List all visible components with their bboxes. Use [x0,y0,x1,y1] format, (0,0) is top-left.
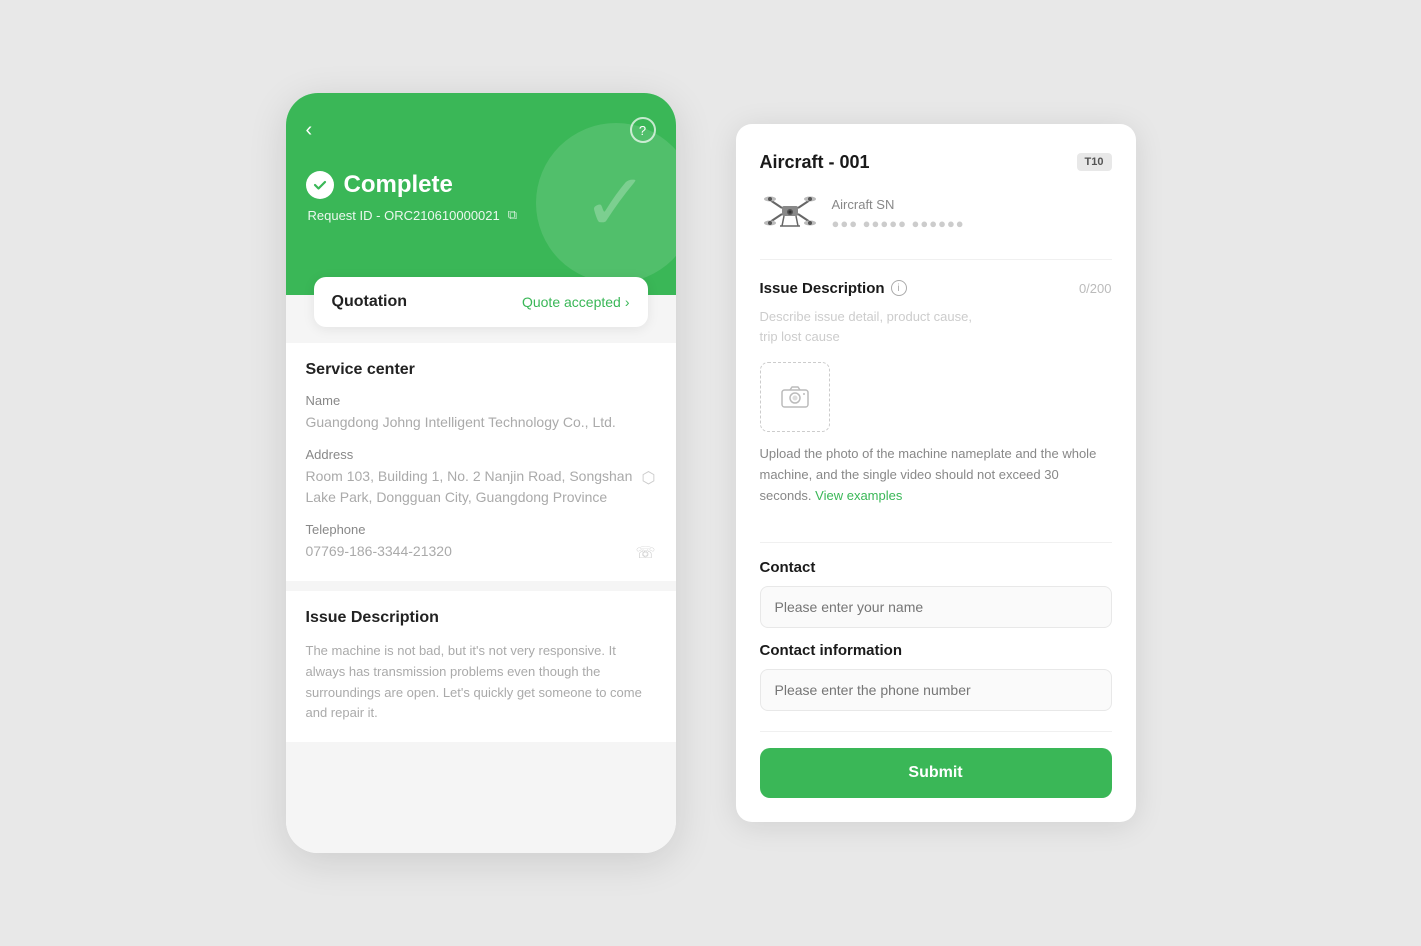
bg-checkmark: ✓ [582,163,649,243]
phone-card: ‹ ? ✓ Complete Request ID - ORC210610000… [286,93,676,853]
copy-icon[interactable]: ⧉ [508,207,517,223]
divider-2 [760,731,1112,732]
issue-description-section: Issue Description i 0/200 Describe issue… [760,280,1112,527]
view-examples-link[interactable]: View examples [815,488,902,503]
name-label: Name [306,393,656,408]
name-value: Guangdong Johng Intelligent Technology C… [306,412,656,433]
location-icon: ⬡ [642,468,656,488]
issue-placeholder-text: Describe issue detail, product cause, tr… [760,307,1112,349]
issue-section-title: Issue Description [306,609,656,627]
phone-body: Service center Name Guangdong Johng Inte… [286,327,676,853]
quotation-status-text: Quote accepted [522,294,621,310]
issue-section-card: Issue Description The machine is not bad… [286,591,676,742]
aircraft-title: Aircraft - 001 [760,152,870,173]
issue-description-label: Issue Description [760,280,885,297]
address-value: Room 103, Building 1, No. 2 Nanjin Road,… [306,466,642,508]
submit-button[interactable]: Submit [760,748,1112,798]
issue-info-icon[interactable]: i [891,280,907,296]
upload-box[interactable] [760,362,830,432]
t10-badge: T10 [1077,153,1112,171]
right-panel: Aircraft - 001 T10 [736,124,1136,823]
bg-circle: ✓ [536,123,676,283]
telephone-row: 07769-186-3344-21320 ☏ [306,541,656,563]
quotation-label: Quotation [332,293,408,311]
quotation-card[interactable]: Quotation Quote accepted › [314,277,648,327]
address-label: Address [306,447,656,462]
contact-input[interactable] [760,586,1112,628]
aircraft-info-row: Aircraft SN ●●● ●●●●● ●●●●●● [760,189,1112,260]
phone-input[interactable] [760,669,1112,711]
phone-icon: ☏ [635,543,655,563]
service-center-card: Service center Name Guangdong Johng Inte… [286,343,676,581]
divider-1 [760,542,1112,543]
service-center-title: Service center [306,361,656,379]
issue-description-text: The machine is not bad, but it's not ver… [306,641,656,724]
char-count: 0/200 [1079,281,1112,296]
issue-title-row: Issue Description i [760,280,907,297]
back-button[interactable]: ‹ [306,119,313,142]
upload-hint: Upload the photo of the machine nameplat… [760,444,1112,506]
complete-title: Complete [344,171,453,199]
request-id-text: Request ID - ORC210610000021 [308,208,500,223]
contact-info-label: Contact information [760,642,1112,659]
contact-section: Contact [760,559,1112,628]
telephone-label: Telephone [306,522,656,537]
drone-image [760,189,820,239]
aircraft-sn-label: Aircraft SN [832,197,965,212]
telephone-value: 07769-186-3344-21320 [306,541,636,562]
aircraft-header: Aircraft - 001 T10 [760,152,1112,173]
aircraft-sn-block: Aircraft SN ●●● ●●●●● ●●●●●● [832,197,965,231]
quotation-status: Quote accepted › [522,294,630,310]
address-row: Room 103, Building 1, No. 2 Nanjin Road,… [306,466,656,522]
contact-info-section: Contact information [760,642,1112,711]
complete-check-icon [306,171,334,199]
aircraft-sn-value: ●●● ●●●●● ●●●●●● [832,216,965,231]
issue-description-header: Issue Description i 0/200 [760,280,1112,297]
contact-label: Contact [760,559,1112,576]
quotation-arrow: › [625,294,630,310]
